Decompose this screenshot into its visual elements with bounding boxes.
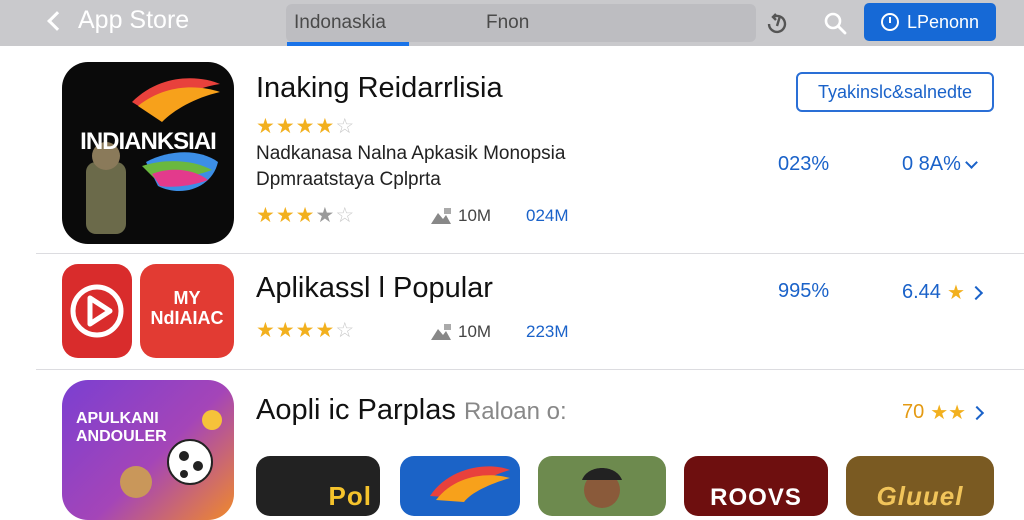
star-icon: ★ [315,115,335,138]
star-icon: ★ [275,115,295,138]
back-button[interactable]: App Store [47,6,190,35]
score-link[interactable]: 6.44 ★ [902,280,983,305]
percent-value: 023% [778,153,830,175]
thumbnail-label: Pol [328,481,372,511]
play-icon [70,284,124,338]
star-outline-icon: ☆ [335,115,355,138]
score-value: 0 8A% [902,153,961,175]
top-nav-bar: App Store Indonaskia Fnon LPenonn [0,0,1024,46]
star-icon: ★ [256,319,275,342]
tab-label: Indonaskia [294,12,386,33]
primary-action-label: LPenonn [906,11,980,32]
section-title[interactable]: Aopli ic Parplas Raloan o: [256,394,567,427]
chevron-down-icon [965,156,978,169]
person-icon [582,468,622,508]
tab-label: Fnon [486,12,530,33]
star-icon: ★ [256,204,275,227]
thumbnail-label: Gluuel [876,481,964,511]
app-description-line: Dpmraatstaya Cplprta [256,169,441,190]
star-icon: ★ [275,319,295,342]
star-icon: ★ [295,115,315,138]
active-tab-indicator [287,42,409,46]
star-rating: ★ ★ ★ ★ ☆ [256,320,354,341]
app-icon-2b[interactable]: MY NdIAIAC [140,264,234,358]
star-icon: ★ [295,319,315,342]
chevron-left-icon [47,10,67,31]
downloads-count: 024M [526,206,569,225]
row-divider [36,369,1024,370]
star-outline-icon: ☆ [335,204,355,227]
chevron-right-icon [970,405,985,420]
size-value: 10M [458,206,492,225]
section-title-suffix: Raloan o: [463,398,567,425]
star-rating: ★ ★ ★ ★ ☆ [256,116,354,137]
thumbnail-1[interactable]: Pol [256,456,380,516]
star-icon: ★ [295,204,315,227]
clock-icon [880,13,899,31]
star-icon: ★★ [930,402,967,424]
thumbnail-2[interactable] [400,456,520,516]
star-icon: ★ [256,115,275,138]
image-icon [431,324,451,340]
percent-value: 995% [778,280,830,302]
downloads-count: 223M [526,322,569,341]
app-icon-text: MY NdIAIAC [150,288,224,328]
back-label: App Store [78,6,190,34]
section-title-text: Aopli ic Parplas [256,394,456,426]
app-title[interactable]: Aplikassl l Popular [256,272,493,305]
chevron-right-icon [968,285,983,300]
score-dropdown[interactable]: 0 8A% [902,153,978,176]
thumbnail-4[interactable]: ROOVS [684,456,828,516]
thumbnail-label: ROOVS [710,484,802,511]
star-outline-icon: ☆ [335,319,355,342]
app-size: 10M [430,206,491,226]
primary-action-button[interactable]: LPenonn [864,3,996,41]
app-icon-3[interactable]: APULKANI ANDOULER [62,380,234,520]
score-value: 70 [902,401,925,423]
size-value: 10M [458,322,492,341]
app-action-button[interactable]: Tyakinslc&salnedte [796,72,994,112]
soccer-ball-icon [120,410,222,498]
action-label: Tyakinslc&salnedte [817,81,973,102]
app-icon-text: INDIANKSIAI [80,128,217,155]
thumbnail-5[interactable]: Gluuel [846,456,994,516]
refresh-icon[interactable] [764,10,790,36]
sub-star-rating: ★ ★ ★ ★ ☆ [256,205,354,226]
rainbow-swirl-icon [430,466,510,502]
app-description-line: Nadkanasa Nalna Apkasik Monopsia [256,143,566,164]
segmented-control: Indonaskia Fnon [286,4,756,42]
app-title[interactable]: Inaking Reidarrlisia [256,72,503,105]
image-icon [431,208,451,224]
app-size: 10M [430,322,491,342]
star-icon: ★ [315,204,335,227]
tab-fnon[interactable]: Fnon [486,4,529,42]
app-icon-2a[interactable] [62,264,132,358]
score-value: 6.44 [902,281,941,303]
star-icon: ★ [315,319,335,342]
row-divider [36,253,1024,254]
star-icon: ★ [946,282,965,304]
app-icon-1[interactable]: INDIANKSIAI [62,62,234,244]
tab-indonesia[interactable]: Indonaskia [294,4,408,42]
star-icon: ★ [275,204,295,227]
score-link[interactable]: 70 ★★ [902,400,985,425]
search-icon[interactable] [822,10,848,36]
thumbnail-3[interactable] [538,456,666,516]
